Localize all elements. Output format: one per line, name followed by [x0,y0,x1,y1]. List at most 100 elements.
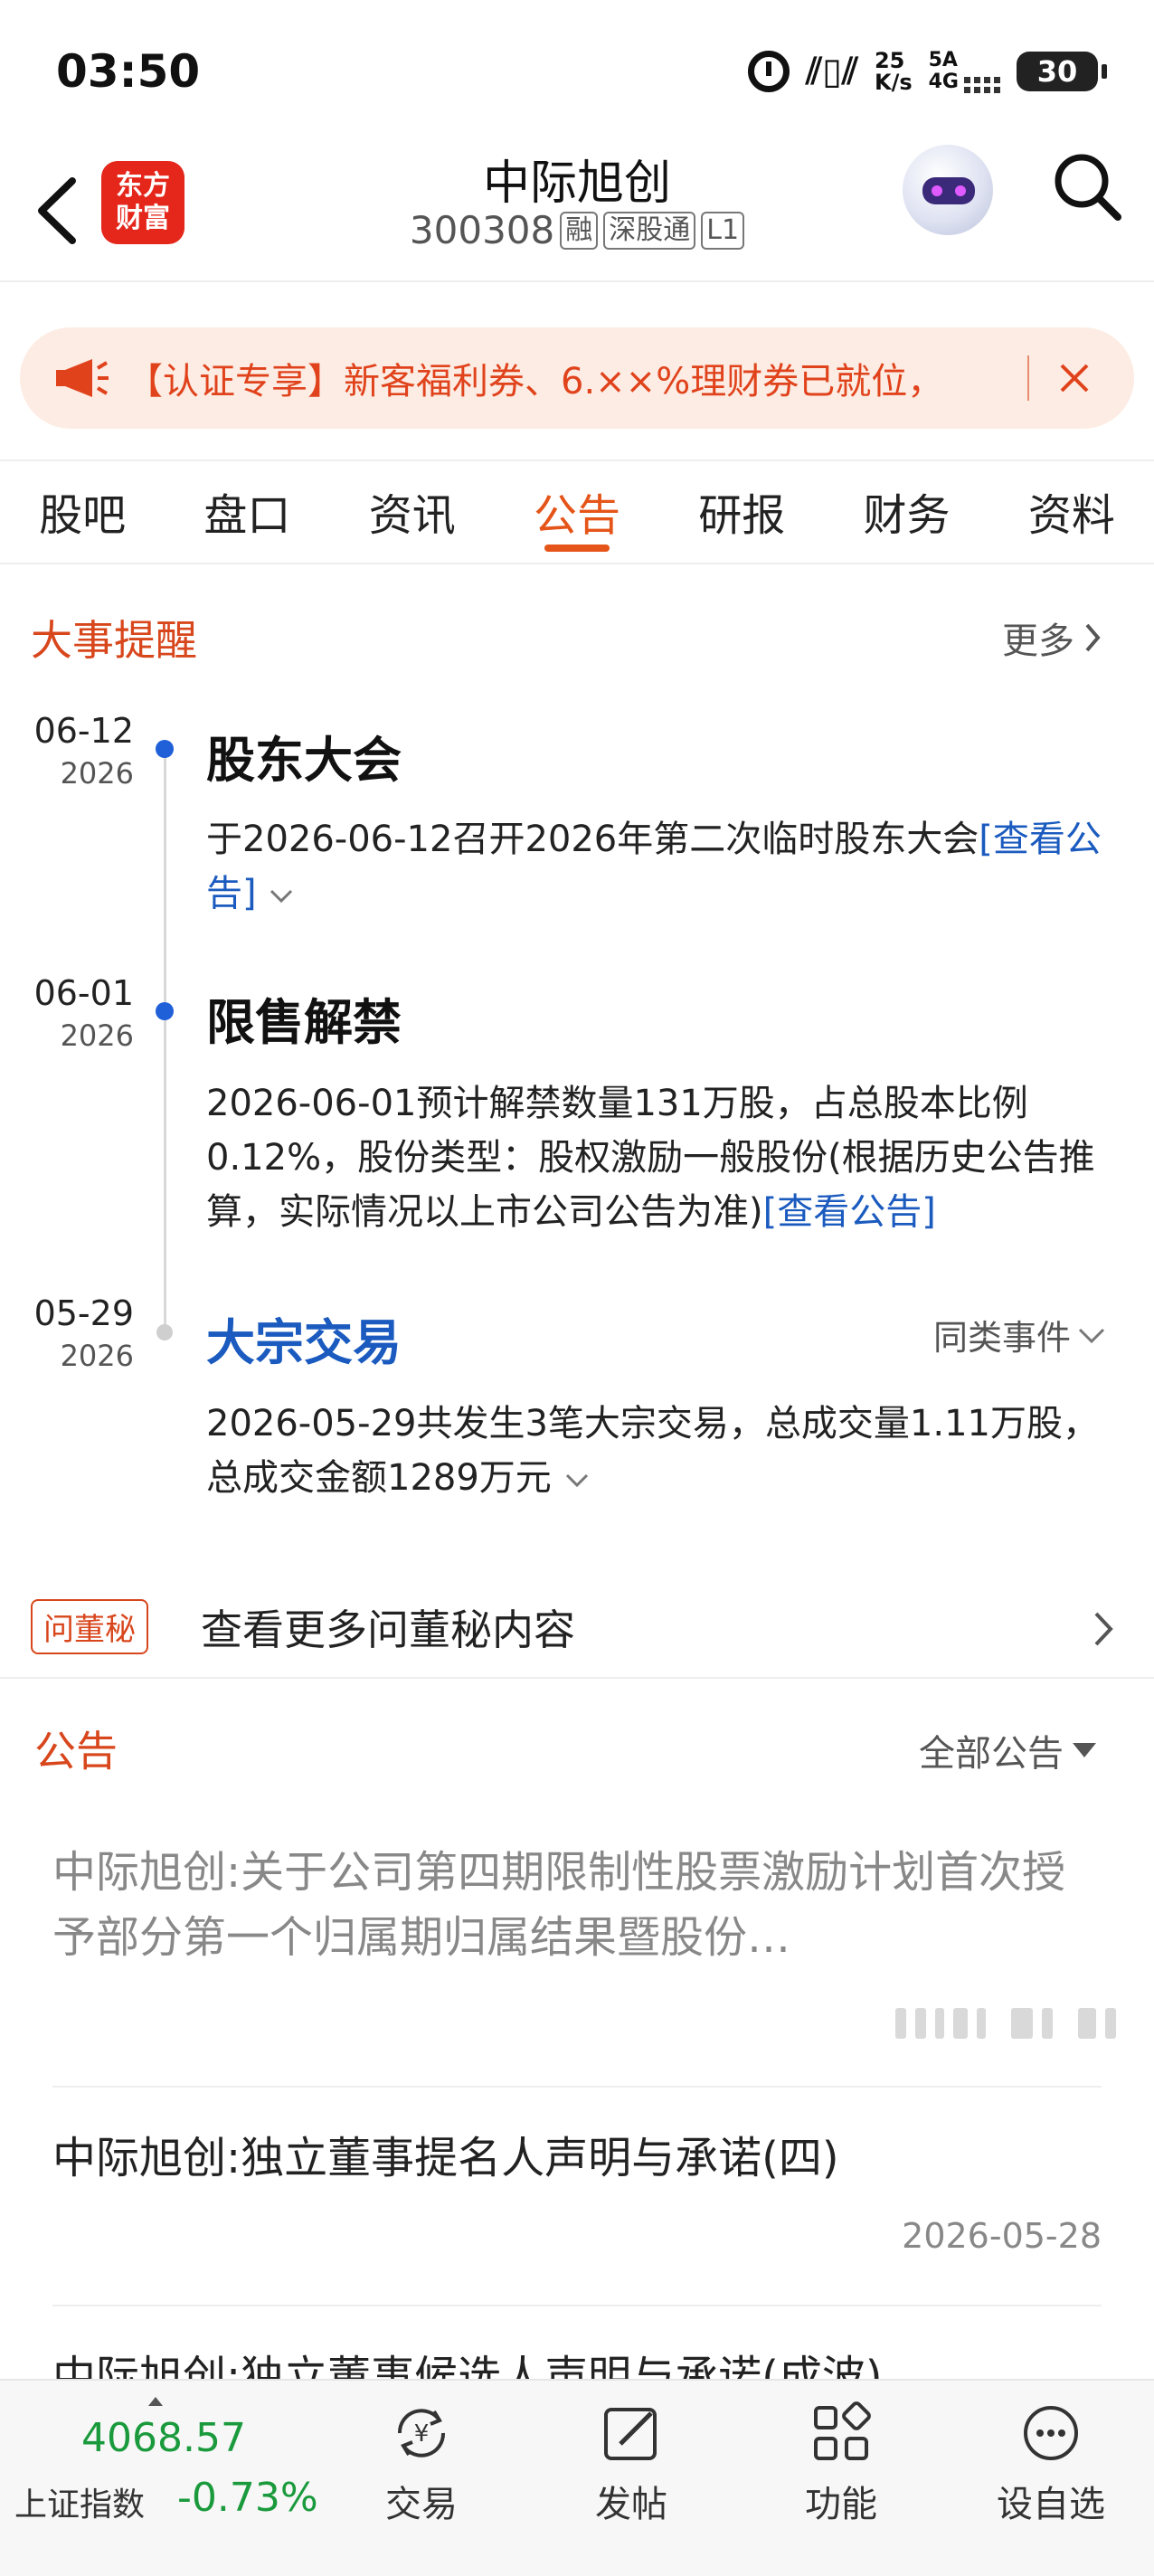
timeline-dot [156,1324,173,1340]
divider [52,2305,1102,2306]
caret-down-icon [1073,1743,1096,1757]
post-button[interactable]: 发帖 [568,2399,695,2527]
event-date: 06-12 2026 [25,711,134,791]
chevron-right-icon [1085,623,1101,652]
status-bar: 03:50 ⫽▯⫽ 25 K/s 5A 4G 30 [0,0,1154,145]
tab-guba[interactable]: 股吧 [0,461,165,563]
announcement-title: 中际旭创:独立董事提名人声明与承诺(四) [52,2133,839,2183]
announcement-title: 中际旭创:关于公司第四期限制性股票激励计划首次授予部分第一个归属期归属结果暨股份… [52,1847,1066,1963]
filter-label: 全部公告 [919,1733,1064,1775]
add-watchlist-label: 设自选 [997,2484,1105,2525]
tab-profile[interactable]: 资料 [989,461,1154,563]
grid-apps-icon [814,2401,871,2460]
cellular-signal: 5A 4G [929,50,1000,93]
more-dots-icon [1024,2406,1078,2460]
tab-pankou[interactable]: 盘口 [165,461,329,563]
status-icons: ⫽▯⫽ 25 K/s 5A 4G 30 [748,50,1107,93]
announcement-title: 中际旭创:独立董事候选人声明与承诺(成波) [52,2352,883,2379]
network-bottom-label: 4G [928,71,959,93]
robot-face-icon [922,177,975,204]
event-text: 2026-06-01预计解禁数量131万股，占总股本比例0.12%，股份类型：股… [206,1083,1095,1233]
network-top-label: 5A [928,49,958,71]
divider [52,2086,1102,2088]
event-date: 06-01 2026 [25,973,134,1053]
event-date-year: 2026 [60,756,134,791]
announcement-item[interactable]: 中际旭创:独立董事候选人声明与承诺(成波) [52,2344,1102,2379]
search-button[interactable] [1051,150,1123,223]
events-section-title: 大事提醒 [31,616,197,665]
chevron-right-icon [1094,1612,1113,1646]
ask-secretary-row[interactable]: 问董秘 查看更多问董秘内容 [0,1579,1154,1679]
index-change[interactable]: -0.73% [177,2475,318,2521]
announcement-item[interactable]: 中际旭创:关于公司第四期限制性股票激励计划首次授予部分第一个归属期归属结果暨股份… [52,1840,1102,1970]
timeline-dot [156,740,174,758]
trade-label: 交易 [385,2484,458,2525]
event-title: 限售解禁 [206,994,402,1051]
same-event-label: 同类事件 [933,1318,1072,1358]
margin-tag: 融 [560,211,599,250]
same-type-events-dropdown[interactable]: 同类事件 [933,1310,1107,1359]
banner-divider [1027,355,1029,401]
network-speed: 25 K/s [875,50,913,93]
stock-tabs: 股吧 盘口 资讯 公告 研报 财务 资料 [0,459,1154,564]
event-title: 股东大会 [206,732,402,789]
tab-research[interactable]: 研报 [659,461,824,563]
stock-header: 东方 财富 中际旭创 300308 融 深股通 L1 [0,145,1154,282]
ask-secretary-text: 查看更多问董秘内容 [201,1605,575,1654]
add-watchlist-button[interactable]: 设自选 [988,2399,1114,2527]
network-speed-value: 25 [874,48,905,73]
announcement-date: 2026-05-28 [902,2216,1102,2256]
timeline-dot [156,1002,174,1020]
megaphone-icon [56,359,109,397]
status-time: 03:50 [56,45,201,98]
event-body: 2026-05-29共发生3笔大宗交易，总成交量1.11万股，总成交金额1289… [206,1397,1120,1505]
svg-text:¥: ¥ [414,2420,430,2448]
announcement-item[interactable]: 中际旭创:独立董事提名人声明与承诺(四) 2026-05-28 [52,2126,1102,2270]
ask-secretary-tag: 问董秘 [31,1599,148,1654]
chevron-down-icon[interactable] [563,1466,591,1493]
blurred-date [895,2008,1116,2039]
yen-exchange-icon: ¥ [397,2409,446,2458]
event-text: 2026-05-29共发生3笔大宗交易，总成交量1.11万股，总成交金额1289… [206,1403,1099,1499]
ai-assistant-avatar[interactable] [903,145,993,235]
index-value[interactable]: 4068.57 [81,2415,246,2461]
promo-text: 【认证专享】新客福利券、6.××%理财券已就位， [127,361,944,402]
index-name[interactable]: 上证指数 [14,2478,145,2525]
signal-bars-icon [964,77,1000,93]
caret-up-icon[interactable] [148,2397,163,2406]
functions-button[interactable]: 功能 [778,2399,904,2527]
battery-level: 30 [1036,54,1078,89]
events-more-link[interactable]: 更多 [1002,611,1103,664]
search-icon [1055,154,1121,221]
post-label: 发帖 [595,2484,667,2525]
vibrate-icon: ⫽▯⫽ [806,51,858,92]
view-announcement-link[interactable]: [查看公告] [763,1191,936,1233]
timeline-line [164,747,166,1335]
event-date: 05-29 2026 [25,1293,134,1373]
alarm-icon [748,51,790,92]
tab-finance[interactable]: 财务 [824,461,988,563]
chevron-down-icon[interactable] [268,882,295,909]
event-body: 于2026-06-12召开2026年第二次临时股东大会[查看公告] [206,812,1120,921]
event-date-year: 2026 [60,1339,134,1373]
chevron-down-icon [1078,1328,1105,1343]
close-icon[interactable] [1056,360,1093,396]
event-date-md: 05-29 [33,1293,134,1333]
tab-announcements[interactable]: 公告 [495,461,659,563]
event-body: 2026-06-01预计解禁数量131万股，占总股本比例0.12%，股份类型：股… [206,1076,1120,1239]
event-date-md: 06-01 [33,973,134,1013]
event-date-md: 06-12 [33,711,134,751]
promo-banner[interactable]: 【认证专享】新客福利券、6.××%理财券已就位， [20,327,1134,429]
announcements-section-title: 公告 [34,1727,118,1776]
announcement-filter-dropdown[interactable]: 全部公告 [919,1724,1098,1776]
event-title-link[interactable]: 大宗交易 [206,1302,402,1374]
event-date-year: 2026 [60,1018,134,1053]
level-tag: L1 [701,211,745,250]
network-speed-unit: K/s [874,70,913,95]
edit-post-icon [604,2408,657,2460]
functions-label: 功能 [805,2484,877,2525]
more-label: 更多 [1002,620,1074,662]
trade-button[interactable]: ¥ 交易 [358,2399,485,2527]
bottom-toolbar: 4068.57 上证指数 -0.73% ¥ 交易 发帖 功能 设自选 [0,2379,1154,2576]
tab-news[interactable]: 资讯 [330,461,495,563]
